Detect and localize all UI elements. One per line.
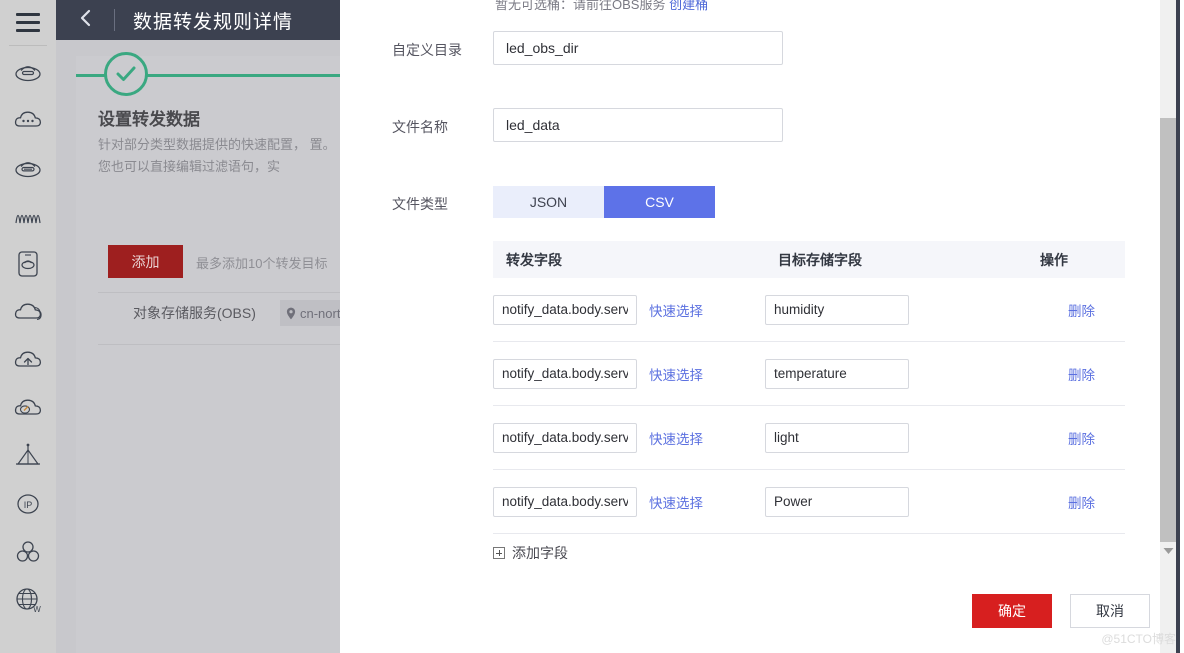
source-field-input[interactable]: [493, 422, 637, 453]
page-title: 数据转发规则详情: [133, 11, 294, 33]
svg-text:IP: IP: [24, 500, 33, 510]
target-list-divider-bottom: [98, 344, 340, 345]
cell-action: 删除: [1027, 428, 1125, 448]
table-row: 快速选择 删除: [493, 342, 1125, 406]
column-header-target: 目标存储字段: [778, 251, 862, 268]
add-target-hint: 最多添加10个转发目标: [196, 256, 328, 271]
chevron-left-icon: [79, 8, 92, 33]
back-button[interactable]: [56, 0, 114, 40]
target-list-divider-top: [98, 292, 340, 293]
globe-web-icon[interactable]: W: [0, 576, 56, 624]
source-field-input[interactable]: [493, 294, 637, 325]
quick-select-link[interactable]: 快速选择: [649, 300, 703, 320]
cell-action: 删除: [1027, 300, 1125, 320]
custom-directory-input[interactable]: [493, 31, 783, 65]
left-icon-rail: IP W: [0, 0, 56, 653]
target-field-input[interactable]: [765, 294, 909, 325]
target-field-input[interactable]: [765, 486, 909, 517]
table-row: 快速选择 删除: [493, 406, 1125, 470]
cluster-nodes-icon[interactable]: [0, 528, 56, 576]
delete-row-link[interactable]: 删除: [1068, 300, 1095, 320]
delete-row-link[interactable]: 删除: [1068, 364, 1095, 384]
modal-scrollbar-thumb[interactable]: [1160, 118, 1176, 542]
cell-source: 快速选择: [493, 422, 765, 453]
table-row: 快速选择 删除: [493, 278, 1125, 342]
waveform-icon[interactable]: [0, 192, 56, 240]
source-field-input[interactable]: [493, 486, 637, 517]
cell-target: [765, 358, 1027, 389]
cloud-check-icon[interactable]: [0, 384, 56, 432]
cloud-upload-icon[interactable]: [0, 336, 56, 384]
target-type-label: 对象存储服务(OBS): [133, 305, 256, 321]
cell-target: [765, 486, 1027, 517]
file-type-label: 文件类型: [392, 196, 448, 212]
custom-directory-label: 自定义目录: [392, 42, 462, 58]
source-field-input[interactable]: [493, 358, 637, 389]
cancel-button[interactable]: 取消: [1070, 594, 1150, 628]
target-field-input[interactable]: [765, 358, 909, 389]
cloud-device-icon[interactable]: [0, 240, 56, 288]
watermark: @51CTO博客: [1101, 632, 1176, 646]
file-type-option-json[interactable]: JSON: [493, 186, 604, 218]
column-header-source: 转发字段: [506, 251, 562, 268]
file-name-label: 文件名称: [392, 119, 448, 135]
obs-forwarding-modal: 暂无可选桶：请前往OBS服务 创建桶 自定义目录 文件名称 文件类型 JSON …: [340, 0, 1160, 653]
quick-select-link[interactable]: 快速选择: [649, 492, 703, 512]
header-separator: [114, 9, 115, 31]
plus-square-icon: [493, 547, 505, 559]
svg-text:W: W: [33, 605, 41, 614]
cloud-stack-icon[interactable]: [0, 288, 56, 336]
cloud-server-icon[interactable]: [0, 48, 56, 96]
wizard-step-description: 针对部分类型数据提供的快速配置， 置。您也可以直接编辑过滤语句，实: [98, 137, 336, 174]
ip-address-icon[interactable]: IP: [0, 480, 56, 528]
modal-scroll-area: 暂无可选桶：请前往OBS服务 创建桶 自定义目录 文件名称 文件类型 JSON …: [340, 0, 1160, 653]
cell-source: 快速选择: [493, 358, 765, 389]
column-header-action: 操作: [1040, 251, 1068, 268]
hamburger-menu-icon[interactable]: [0, 0, 56, 44]
pyramid-antenna-icon[interactable]: [0, 432, 56, 480]
delete-row-link[interactable]: 删除: [1068, 492, 1095, 512]
location-pin-icon: [286, 307, 296, 320]
cell-target: [765, 294, 1027, 325]
target-field-input[interactable]: [765, 422, 909, 453]
add-field-button[interactable]: 添加字段: [493, 543, 568, 563]
cell-action: 删除: [1027, 492, 1125, 512]
chevron-down-icon[interactable]: [1160, 542, 1176, 559]
table-header-row: 转发字段 目标存储字段 操作: [493, 241, 1125, 278]
target-region-value: cn-nort: [280, 300, 340, 326]
file-type-segmented-control: JSON CSV: [493, 186, 715, 218]
quick-select-link[interactable]: 快速选择: [649, 364, 703, 384]
field-mapping-table: 转发字段 目标存储字段 操作 快速选择 删除: [493, 241, 1125, 534]
file-name-input[interactable]: [493, 108, 783, 142]
add-target-button[interactable]: 添加: [108, 245, 183, 278]
confirm-button[interactable]: 确定: [972, 594, 1052, 628]
check-circle-icon: [104, 52, 148, 96]
rail-divider: [9, 45, 47, 46]
file-type-option-csv[interactable]: CSV: [604, 186, 715, 218]
modal-footer-actions: 确定 取消: [972, 594, 1150, 628]
no-bucket-notice-text: 暂无可选桶：请前往OBS服务: [495, 0, 666, 12]
target-region-text: cn-nort: [300, 305, 340, 321]
add-field-label: 添加字段: [512, 545, 568, 561]
quick-select-link[interactable]: 快速选择: [649, 428, 703, 448]
table-row: 快速选择 删除: [493, 470, 1125, 534]
cell-action: 删除: [1027, 364, 1125, 384]
browser-right-edge-light: [1180, 0, 1184, 653]
cell-target: [765, 422, 1027, 453]
cloud-dots-icon[interactable]: [0, 96, 56, 144]
no-bucket-notice: 暂无可选桶：请前往OBS服务 创建桶: [495, 0, 708, 13]
delete-row-link[interactable]: 删除: [1068, 428, 1095, 448]
cloud-storage-icon[interactable]: [0, 144, 56, 192]
wizard-step-title: 设置转发数据: [98, 110, 200, 129]
create-bucket-link[interactable]: 创建桶: [669, 0, 708, 12]
cell-source: 快速选择: [493, 294, 765, 325]
cell-source: 快速选择: [493, 486, 765, 517]
screen-root: 数据转发规则详情 设置转发数据 针对部分类型数据提供的快速配置， 置。您也可以直…: [0, 0, 1184, 653]
rail-icon-list: IP W: [0, 48, 56, 624]
